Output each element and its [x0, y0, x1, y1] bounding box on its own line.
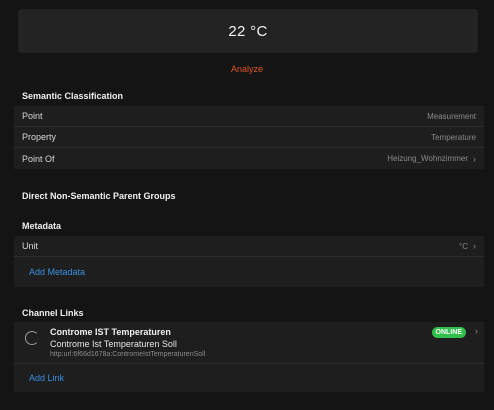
metadata-group: Unit °C › Add Metadata [14, 236, 484, 287]
parent-groups-title: Direct Non-Semantic Parent Groups [22, 191, 176, 201]
metadata-section-title: Metadata [22, 221, 62, 231]
channel-subtitle: Controme Ist Temperaturen Soll [50, 339, 177, 349]
channel-spinner-icon [25, 331, 39, 345]
row-label: Point Of [22, 153, 55, 164]
channel-links-title: Channel Links [22, 308, 84, 318]
row-value: °C [459, 241, 468, 251]
add-metadata-button[interactable]: Add Metadata [29, 267, 85, 277]
semantic-group: Point Measurement Property Temperature P… [14, 106, 484, 169]
row-label: Property [22, 132, 57, 142]
channel-link-item[interactable]: Controme IST Temperaturen Controme Ist T… [14, 322, 484, 364]
semantic-row-property: Property Temperature [14, 127, 484, 148]
row-value: Heizung_Wohnzimmer [387, 154, 468, 163]
semantic-row-point-of[interactable]: Point Of Heizung_Wohnzimmer › [14, 148, 484, 169]
row-value: Measurement [427, 111, 476, 121]
channel-links-group: Controme IST Temperaturen Controme Ist T… [14, 322, 484, 392]
state-value: 22 °C [228, 22, 268, 40]
chevron-right-icon: › [473, 241, 476, 251]
row-label: Unit [22, 241, 39, 251]
add-link-button[interactable]: Add Link [29, 373, 64, 383]
status-badge: ONLINE [431, 327, 466, 338]
row-value: Temperature [431, 132, 476, 142]
channel-title: Controme IST Temperaturen [50, 327, 171, 337]
semantic-section-title: Semantic Classification [22, 91, 124, 101]
add-metadata-row[interactable]: Add Metadata [14, 257, 484, 287]
analyze-button[interactable]: Analyze [0, 64, 494, 74]
chevron-right-icon: › [473, 153, 476, 164]
state-value-card[interactable]: 22 °C [18, 9, 478, 53]
semantic-row-point: Point Measurement [14, 106, 484, 127]
channel-uid: http:url:6f66d1678a:ContromeIstTemperatu… [50, 351, 206, 358]
add-link-row[interactable]: Add Link [14, 364, 484, 392]
row-label: Point [22, 111, 43, 121]
chevron-right-icon: › [475, 326, 478, 336]
metadata-row-unit[interactable]: Unit °C › [14, 236, 484, 257]
